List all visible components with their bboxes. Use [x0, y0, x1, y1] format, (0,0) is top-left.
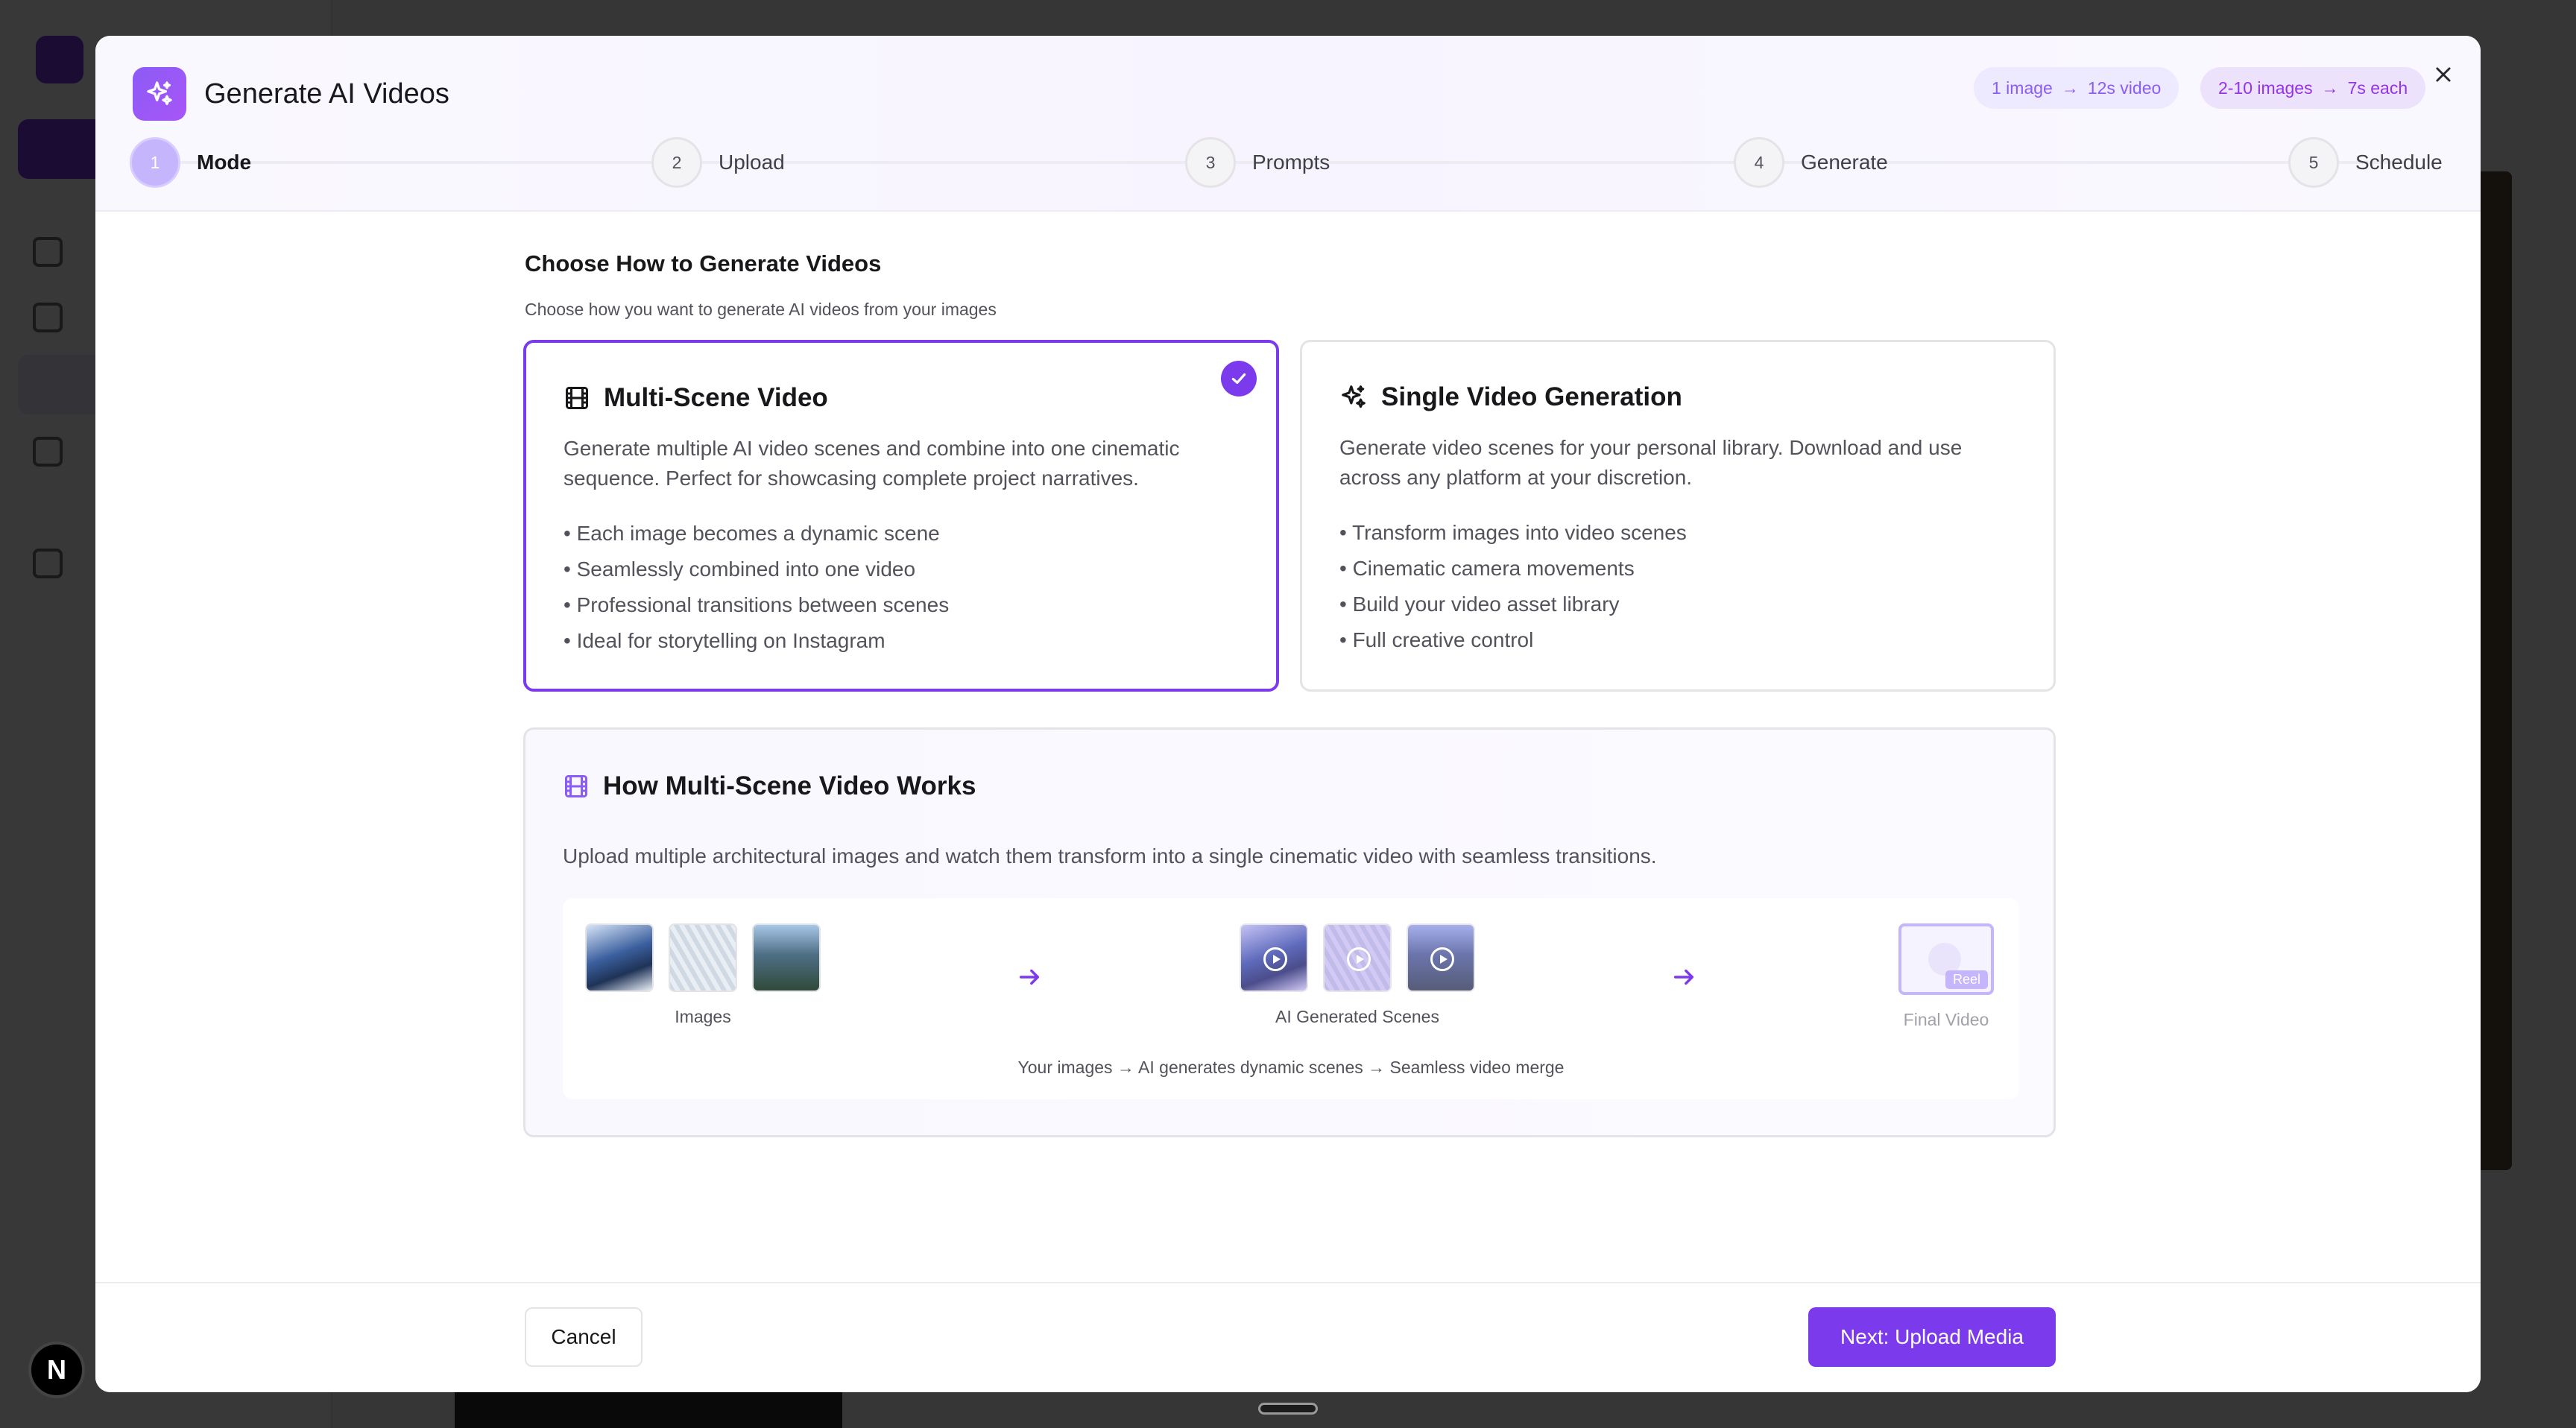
option-multi-scene-video[interactable]: Multi-Scene Video Generate multiple AI v…	[523, 340, 1279, 692]
scenes-group: AI Generated Scenes	[1240, 923, 1475, 1027]
how-it-works-description: Upload multiple architectural images and…	[563, 844, 1657, 868]
option-title: Single Video Generation	[1381, 382, 1682, 411]
arrow-right-icon	[1014, 962, 1044, 992]
building-thumbnail	[669, 923, 737, 992]
duration-pill-single: 1 image → 12s video	[1974, 67, 2179, 109]
step-label: Schedule	[2355, 151, 2443, 174]
building-thumbnail	[752, 923, 821, 992]
pill-from: 1 image	[1992, 78, 2053, 98]
modal-header: Generate AI Videos 1 image → 12s video 2…	[95, 36, 2481, 212]
step-upload[interactable]: 2 Upload	[651, 137, 785, 188]
generate-videos-modal: Generate AI Videos 1 image → 12s video 2…	[95, 36, 2481, 1392]
sparkles-icon	[1342, 385, 1366, 408]
option-feature-list: • Each image becomes a dynamic scene • S…	[564, 516, 1239, 659]
scene-thumbnail	[1407, 923, 1475, 992]
how-it-works-panel: How Multi-Scene Video Works Upload multi…	[523, 727, 2056, 1137]
pill-to: 12s video	[2087, 78, 2162, 98]
step-label: Upload	[719, 151, 785, 174]
option-feature-list: • Transform images into video scenes • C…	[1339, 515, 2016, 658]
step-number: 5	[2288, 137, 2339, 188]
close-button[interactable]	[2427, 58, 2460, 91]
list-item: • Seamlessly combined into one video	[564, 557, 916, 581]
list-item: • Professional transitions between scene…	[564, 593, 950, 616]
step-label: Mode	[197, 151, 252, 174]
check-icon	[1221, 361, 1257, 397]
step-label: Prompts	[1252, 151, 1330, 174]
modal-title: Generate AI Videos	[204, 78, 449, 110]
images-group: Images	[585, 923, 821, 1027]
option-single-video-generation[interactable]: Single Video Generation Generate video s…	[1300, 340, 2056, 692]
section-title: Choose How to Generate Videos	[525, 250, 882, 277]
step-mode[interactable]: 1 Mode	[130, 137, 251, 188]
scene-thumbnail	[1240, 923, 1308, 992]
scene-thumbnail	[1323, 923, 1392, 992]
play-icon	[1430, 947, 1454, 971]
reel-badge: Reel	[1945, 970, 1988, 989]
workflow-caption: Your images → AI generates dynamic scene…	[1017, 1058, 1565, 1077]
building-thumbnail	[585, 923, 654, 992]
next-upload-media-button[interactable]: Next: Upload Media	[1808, 1307, 2056, 1367]
arrow-right-icon	[1669, 962, 1699, 992]
pill-to: 7s each	[2347, 78, 2408, 98]
duration-pill-multi: 2-10 images → 7s each	[2200, 67, 2426, 109]
final-video-group: Reel Final Video	[1898, 923, 1994, 1030]
play-icon	[1263, 947, 1287, 971]
modal-footer: Cancel Next: Upload Media	[95, 1282, 2481, 1392]
step-number: 4	[1734, 137, 1784, 188]
list-item: • Full creative control	[1339, 628, 1534, 651]
list-item: • Each image becomes a dynamic scene	[564, 522, 940, 545]
step-generate[interactable]: 4 Generate	[1734, 137, 1888, 188]
list-item: • Ideal for storytelling on Instagram	[564, 629, 886, 652]
how-it-works-title: How Multi-Scene Video Works	[603, 771, 976, 800]
list-item: • Transform images into video scenes	[1339, 521, 1687, 544]
scenes-label: AI Generated Scenes	[1275, 1007, 1439, 1026]
images-label: Images	[675, 1007, 731, 1026]
play-icon	[1347, 947, 1371, 971]
option-description: Generate video scenes for your personal …	[1339, 436, 1963, 489]
option-description: Generate multiple AI video scenes and co…	[564, 437, 1180, 490]
close-icon	[2436, 67, 2451, 82]
final-video-label: Final Video	[1903, 1010, 1989, 1029]
scroll-handle[interactable]	[1258, 1403, 1318, 1415]
dev-badge[interactable]: N	[28, 1342, 85, 1398]
step-number: 2	[651, 137, 702, 188]
list-item: • Cinematic camera movements	[1339, 557, 1635, 580]
step-schedule[interactable]: 5 Schedule	[2288, 137, 2443, 188]
workflow-diagram: Images AI Generated Scenes Reel Final Vi…	[563, 898, 2019, 1099]
step-number: 1	[130, 137, 180, 188]
step-prompts[interactable]: 3 Prompts	[1185, 137, 1330, 188]
option-title: Multi-Scene Video	[604, 383, 828, 412]
list-item: • Build your video asset library	[1339, 593, 1620, 616]
section-subtitle: Choose how you want to generate AI video…	[525, 300, 997, 319]
film-icon	[565, 775, 587, 797]
cancel-button[interactable]: Cancel	[525, 1307, 643, 1367]
sparkles-icon	[133, 67, 186, 121]
step-label: Generate	[1801, 151, 1888, 174]
pill-from: 2-10 images	[2218, 78, 2313, 98]
arrow-right-icon: →	[2061, 78, 2079, 98]
step-number: 3	[1185, 137, 1236, 188]
arrow-right-icon: →	[2321, 78, 2339, 98]
film-icon	[566, 387, 588, 409]
final-video-thumbnail: Reel	[1898, 923, 1994, 995]
